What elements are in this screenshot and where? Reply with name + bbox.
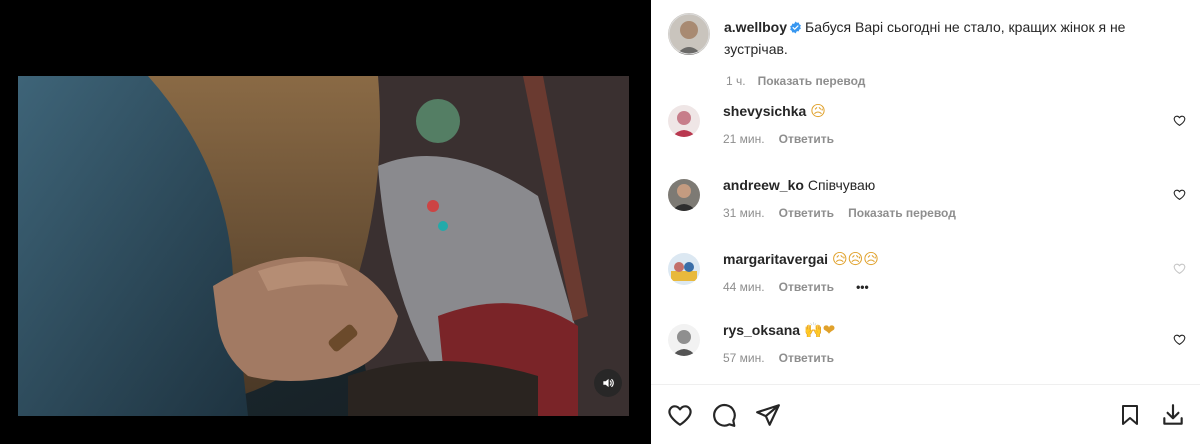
comment-emoji: 😥😥😥 [831, 250, 879, 268]
reply-button[interactable]: Ответить [779, 351, 834, 365]
media-pane [0, 0, 651, 444]
bookmark-icon[interactable] [1118, 402, 1142, 428]
avatar[interactable] [668, 324, 700, 356]
avatar[interactable] [668, 13, 710, 55]
comment-like-heart-icon[interactable] [1173, 114, 1186, 132]
comment-timestamp[interactable]: 57 мин. [723, 351, 765, 365]
comment-icon[interactable] [711, 402, 737, 428]
post-caption: a.wellboy Бабуся Варі сьогодні не стало, … [668, 13, 1180, 59]
comment-item: shevysichka 😥 21 мин. Ответить [668, 102, 1186, 146]
divider [651, 384, 1200, 385]
post-author-username[interactable]: a.wellboy [724, 19, 787, 35]
video-frame [18, 76, 629, 416]
comment-emoji: 😥 [810, 102, 826, 120]
download-icon[interactable] [1160, 402, 1186, 428]
reply-button[interactable]: Ответить [779, 132, 834, 146]
timestamp[interactable]: 1 ч. [726, 74, 746, 88]
post-actions-bar [667, 400, 1186, 430]
comment-item: rys_oksana 🙌❤ 57 мин. Ответить [668, 321, 1186, 365]
comment-username[interactable]: andreew_ko [723, 177, 804, 193]
comment-text: Співчуваю [807, 177, 876, 193]
avatar[interactable] [668, 253, 700, 285]
comment-timestamp[interactable]: 31 мин. [723, 206, 765, 220]
caption-meta: 1 ч. Показать перевод [726, 74, 865, 88]
comment-timestamp[interactable]: 44 мин. [723, 280, 765, 294]
comment-username[interactable]: shevysichka [723, 103, 806, 119]
comment-item: margaritavergai 😥😥😥 44 мин. Ответить ••• [668, 250, 1186, 294]
comment-username[interactable]: margaritavergai [723, 251, 828, 267]
verified-badge-icon [789, 19, 802, 39]
show-translation-link[interactable]: Показать перевод [848, 206, 956, 220]
reply-button[interactable]: Ответить [779, 280, 834, 294]
mute-toggle-button[interactable] [594, 369, 622, 397]
share-icon[interactable] [755, 402, 781, 428]
comment-like-heart-icon[interactable] [1173, 333, 1186, 351]
comment-timestamp[interactable]: 21 мин. [723, 132, 765, 146]
comment-item: andreew_ko Співчуваю 31 мин. Ответить По… [668, 176, 1186, 220]
comment-username[interactable]: rys_oksana [723, 322, 800, 338]
comment-like-heart-icon[interactable] [1173, 188, 1186, 206]
video-player[interactable] [18, 76, 629, 416]
more-options-icon[interactable]: ••• [856, 280, 869, 294]
speaker-icon [603, 378, 614, 388]
avatar[interactable] [668, 105, 700, 137]
reply-button[interactable]: Ответить [779, 206, 834, 220]
avatar[interactable] [668, 179, 700, 211]
comments-panel: a.wellboy Бабуся Варі сьогодні не стало, … [651, 0, 1200, 444]
show-translation-link[interactable]: Показать перевод [758, 74, 866, 88]
comment-emoji: 🙌❤ [803, 321, 836, 339]
heart-icon[interactable] [667, 402, 693, 428]
comment-like-heart-icon[interactable] [1173, 262, 1186, 280]
